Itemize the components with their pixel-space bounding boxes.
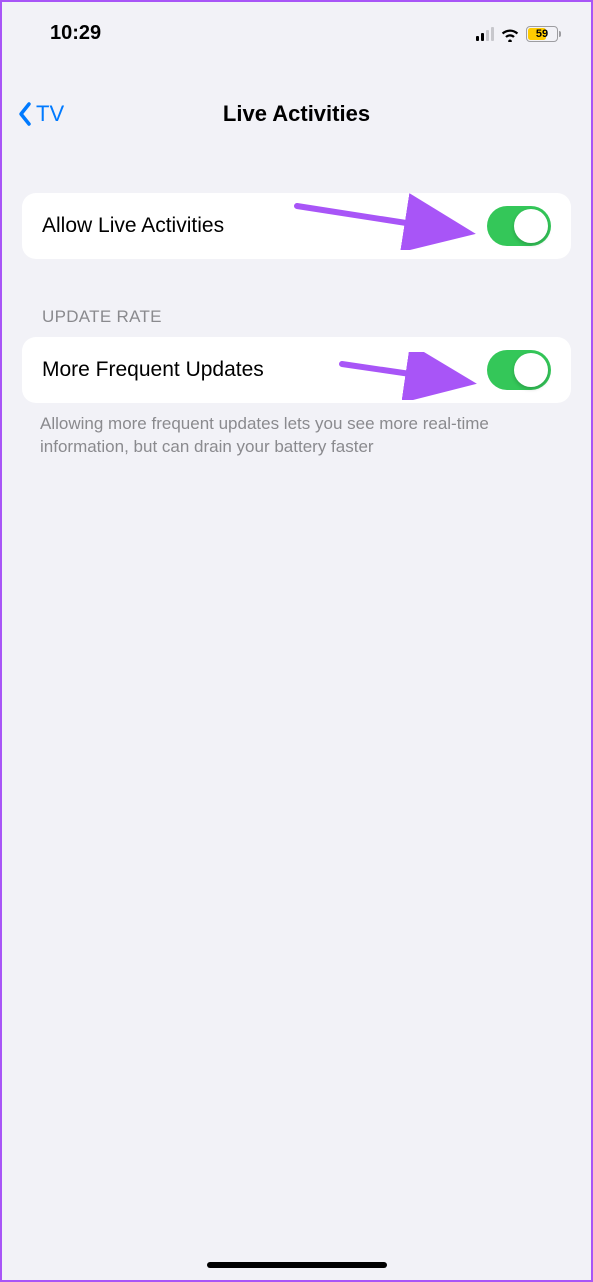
battery-percent: 59 bbox=[527, 27, 557, 41]
cellular-signal-icon bbox=[476, 27, 495, 41]
wifi-icon bbox=[500, 26, 520, 42]
back-label: TV bbox=[36, 101, 64, 127]
allow-live-activities-toggle[interactable] bbox=[487, 206, 551, 246]
allow-live-activities-label: Allow Live Activities bbox=[42, 214, 224, 238]
chevron-left-icon bbox=[16, 100, 34, 128]
status-bar: 10:29 59 bbox=[2, 2, 591, 57]
more-frequent-updates-row: More Frequent Updates bbox=[22, 337, 571, 403]
more-frequent-updates-label: More Frequent Updates bbox=[42, 358, 264, 382]
status-indicators: 59 bbox=[476, 26, 562, 42]
more-frequent-updates-toggle[interactable] bbox=[487, 350, 551, 390]
status-time: 10:29 bbox=[50, 22, 101, 45]
allow-live-activities-row: Allow Live Activities bbox=[22, 193, 571, 259]
page-title: Live Activities bbox=[223, 101, 370, 127]
back-button[interactable]: TV bbox=[16, 100, 64, 128]
update-rate-header: UPDATE RATE bbox=[22, 259, 571, 337]
battery-icon: 59 bbox=[526, 26, 561, 42]
allow-activities-group: Allow Live Activities bbox=[22, 193, 571, 259]
navigation-bar: TV Live Activities bbox=[2, 85, 591, 143]
update-rate-group: More Frequent Updates bbox=[22, 337, 571, 403]
update-rate-footer: Allowing more frequent updates lets you … bbox=[22, 403, 571, 459]
home-indicator[interactable] bbox=[207, 1262, 387, 1268]
